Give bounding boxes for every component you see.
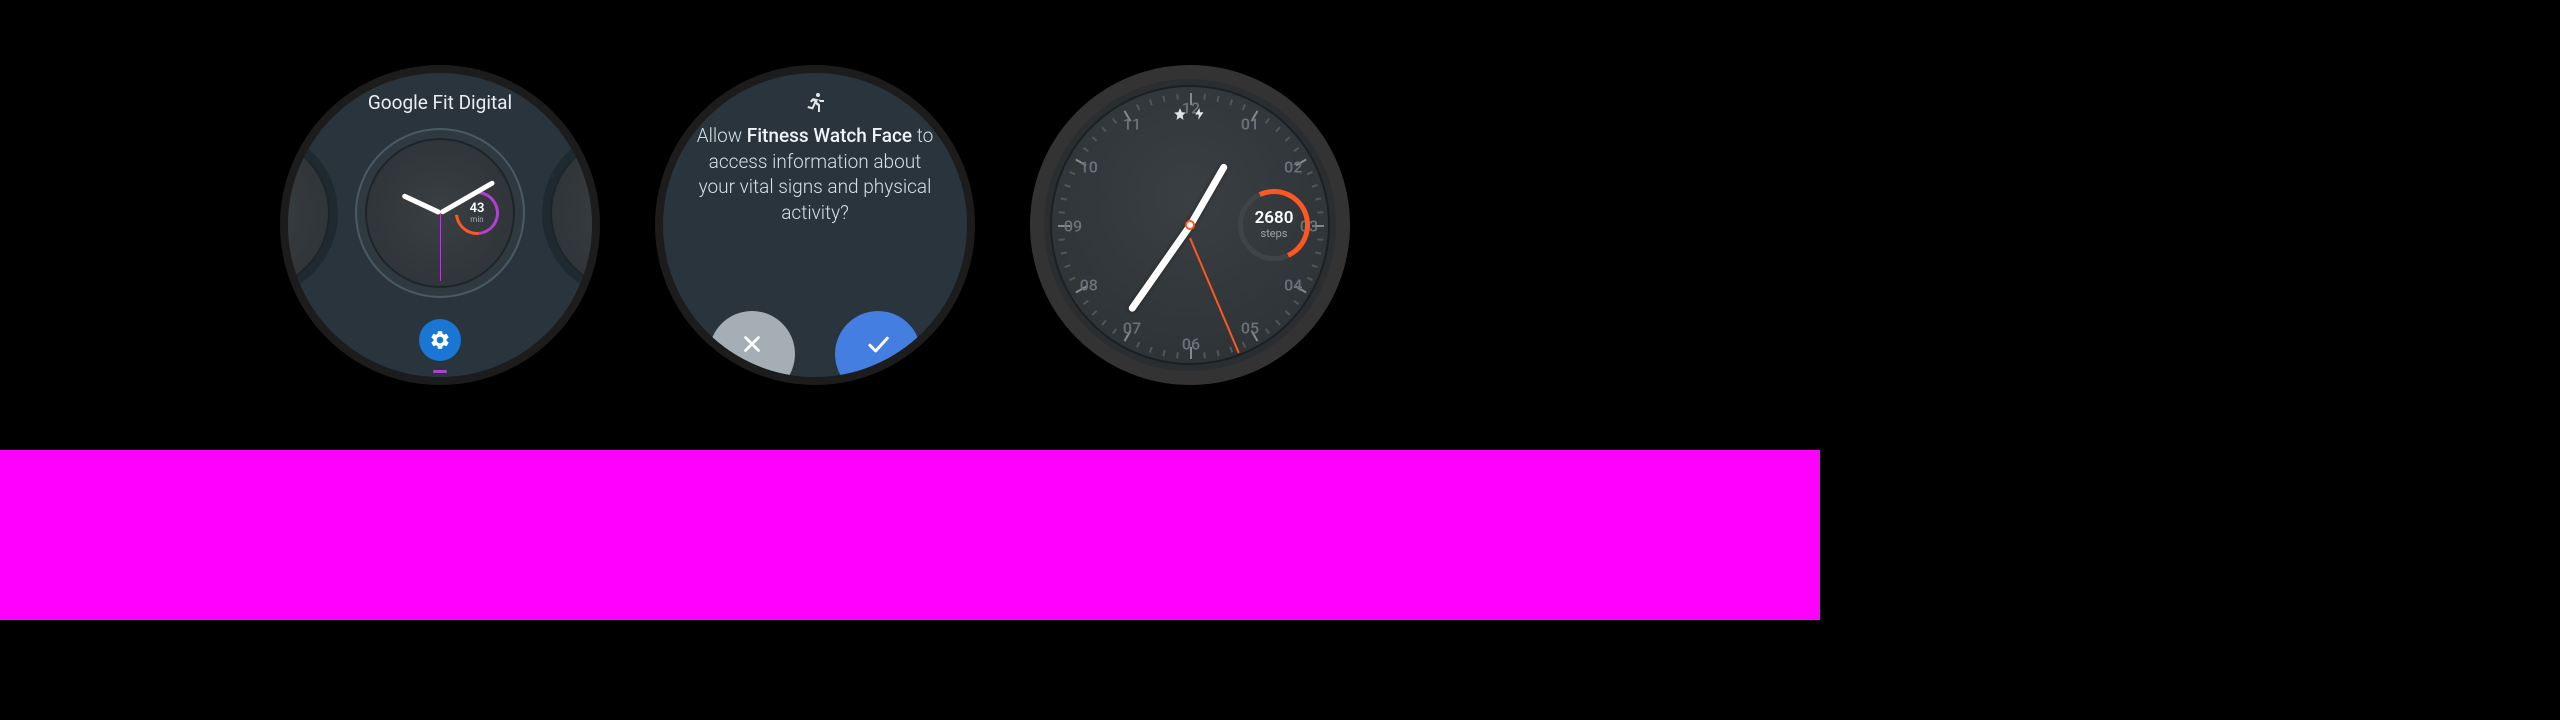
star-icon <box>1173 107 1187 121</box>
gear-icon <box>429 329 451 351</box>
tick-mark <box>1293 300 1299 305</box>
watch-face-picker-screen: Google Fit Digital 43 min <box>280 65 600 385</box>
prompt-app-name: Fitness Watch Face <box>747 124 912 147</box>
tick-mark <box>1293 147 1299 152</box>
prompt-prefix: Allow <box>697 124 747 147</box>
tick-mark <box>1275 320 1281 326</box>
tick-mark <box>1162 96 1165 102</box>
tick-mark <box>1265 118 1270 124</box>
tick-mark <box>1091 310 1097 316</box>
tick-mark <box>1311 184 1317 188</box>
progress-ring-icon <box>1238 189 1310 261</box>
hour-numeral: 09 <box>1058 217 1088 236</box>
tick-mark <box>1149 346 1153 352</box>
hour-numeral: 01 <box>1235 114 1265 133</box>
status-bar <box>1173 107 1207 121</box>
tick-mark <box>1311 264 1317 268</box>
tick-mark <box>1149 99 1153 105</box>
tick-mark <box>1265 328 1270 334</box>
tick-mark <box>1242 104 1246 110</box>
hour-numeral: 10 <box>1074 158 1104 177</box>
watch-face-title: Google Fit Digital <box>288 91 592 114</box>
hour-numeral: 07 <box>1117 319 1147 338</box>
watch-face-carousel[interactable]: 43 min <box>288 128 592 298</box>
tick-mark <box>1061 197 1067 200</box>
tick-mark <box>1229 99 1233 105</box>
page-indicator <box>433 370 447 373</box>
tick-mark <box>1315 197 1321 200</box>
tick-mark <box>1136 104 1140 110</box>
minute-hand <box>1127 223 1193 313</box>
steps-subdial[interactable]: 2680 steps <box>1238 189 1310 261</box>
tick-mark <box>1229 346 1233 352</box>
hour-numeral: 08 <box>1074 276 1104 295</box>
magenta-background-strip <box>0 450 1820 620</box>
tick-mark <box>1061 251 1067 254</box>
tick-mark <box>1064 264 1070 268</box>
tick-mark <box>1091 136 1097 142</box>
tick-mark <box>1162 350 1165 356</box>
tick-mark <box>1101 320 1107 326</box>
deny-button[interactable] <box>709 311 795 385</box>
charging-icon <box>1193 107 1207 121</box>
tick-mark <box>1242 342 1246 348</box>
watch-face-dial <box>280 136 330 290</box>
watch-face-preview-current[interactable]: 43 min <box>355 128 525 298</box>
tick-mark <box>1059 238 1065 241</box>
close-icon <box>739 331 765 357</box>
hour-numeral: 11 <box>1117 114 1147 133</box>
tick-mark <box>1216 350 1219 356</box>
check-icon <box>864 330 892 358</box>
tick-mark <box>1064 184 1070 188</box>
tick-mark <box>1317 211 1323 214</box>
center-pin <box>1185 220 1195 230</box>
tick-mark <box>1285 310 1291 316</box>
permission-dialog-screen: Allow Fitness Watch Face to access infor… <box>655 65 975 385</box>
hour-numeral: 05 <box>1235 319 1265 338</box>
tick-mark <box>1101 126 1107 132</box>
settings-button[interactable] <box>419 319 461 361</box>
live-watch-face-screen: 120102030405060708091011 2680 steps <box>1030 65 1350 385</box>
watch-row: Google Fit Digital 43 min <box>280 65 1350 385</box>
tick-mark <box>1083 147 1089 152</box>
tick-mark <box>1083 300 1089 305</box>
tick-mark <box>1216 96 1219 102</box>
watch-face-preview-next[interactable] <box>542 128 600 298</box>
tick-mark <box>1285 136 1291 142</box>
allow-button[interactable] <box>835 311 921 385</box>
hour-numeral: 02 <box>1278 158 1308 177</box>
tick-mark <box>1317 238 1323 241</box>
running-icon <box>803 91 827 119</box>
watch-face-preview-prev[interactable] <box>280 128 338 298</box>
hour-hand <box>401 193 441 215</box>
hour-numeral: 06 <box>1176 335 1206 354</box>
tick-mark <box>1136 342 1140 348</box>
permission-prompt-text: Allow Fitness Watch Face to access infor… <box>693 123 937 226</box>
hour-numeral: 04 <box>1278 276 1308 295</box>
tick-mark <box>1059 211 1065 214</box>
tick-mark <box>1275 126 1281 132</box>
watch-face-dial: 43 min <box>365 138 515 288</box>
hour-hand <box>1187 163 1228 227</box>
watch-face-dial <box>550 136 600 290</box>
tick-mark <box>1315 251 1321 254</box>
watch-dial: 120102030405060708091011 2680 steps <box>1050 85 1330 365</box>
second-hand <box>440 213 441 281</box>
